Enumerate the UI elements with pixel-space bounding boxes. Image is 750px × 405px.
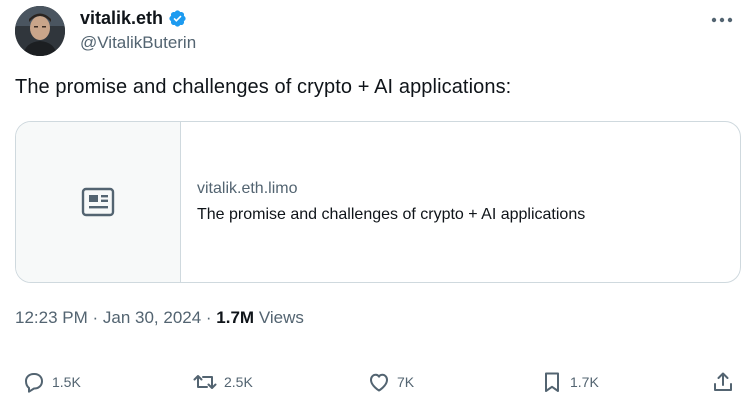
avatar[interactable] bbox=[15, 6, 65, 56]
tweet-time[interactable]: 12:23 PM bbox=[15, 308, 88, 328]
link-card-thumbnail bbox=[16, 122, 181, 282]
link-card-title: The promise and challenges of crypto + A… bbox=[197, 206, 586, 223]
views-label: Views bbox=[254, 308, 304, 327]
tweet-text: The promise and challenges of crypto + A… bbox=[15, 76, 512, 98]
views-count: 1.7M bbox=[216, 308, 255, 327]
retweet-count: 2.5K bbox=[224, 374, 253, 390]
bookmark-icon bbox=[545, 372, 559, 392]
share-button[interactable] bbox=[711, 370, 735, 394]
link-card-domain: vitalik.eth.limo bbox=[197, 180, 298, 197]
like-count: 7K bbox=[397, 374, 415, 390]
reply-icon bbox=[25, 373, 43, 393]
avatar-image bbox=[15, 6, 65, 56]
tweet-date[interactable]: Jan 30, 2024 bbox=[103, 308, 201, 328]
bookmark-button[interactable]: 1.7K bbox=[540, 370, 599, 394]
display-name[interactable]: vitalik.eth bbox=[80, 8, 163, 29]
like-button[interactable]: 7K bbox=[367, 370, 414, 394]
link-card[interactable]: vitalik.eth.limo The promise and challen… bbox=[15, 121, 741, 283]
author-handle[interactable]: @VitalikButerin bbox=[80, 33, 196, 53]
bookmark-count: 1.7K bbox=[570, 374, 599, 390]
tweet: vitalik.eth @VitalikButerin The promise … bbox=[0, 0, 750, 405]
article-icon bbox=[81, 187, 115, 217]
meta-separator: · bbox=[87, 308, 103, 327]
verified-badge-icon bbox=[169, 10, 186, 27]
meta-separator: · bbox=[201, 308, 217, 327]
more-options-icon[interactable] bbox=[710, 10, 734, 30]
tweet-meta: 12:23 PM · Jan 30, 2024 · 1.7M Views bbox=[15, 308, 304, 328]
retweet-button[interactable]: 2.5K bbox=[192, 370, 253, 394]
retweet-icon bbox=[193, 375, 217, 389]
reply-count: 1.5K bbox=[52, 374, 81, 390]
author-name-row: vitalik.eth bbox=[80, 8, 187, 29]
heart-icon bbox=[370, 373, 388, 392]
share-icon bbox=[714, 372, 732, 391]
reply-button[interactable]: 1.5K bbox=[22, 370, 81, 394]
link-card-body: vitalik.eth.limo The promise and challen… bbox=[181, 122, 585, 282]
action-bar: 1.5K 2.5K 7K 1.7K bbox=[0, 370, 750, 398]
